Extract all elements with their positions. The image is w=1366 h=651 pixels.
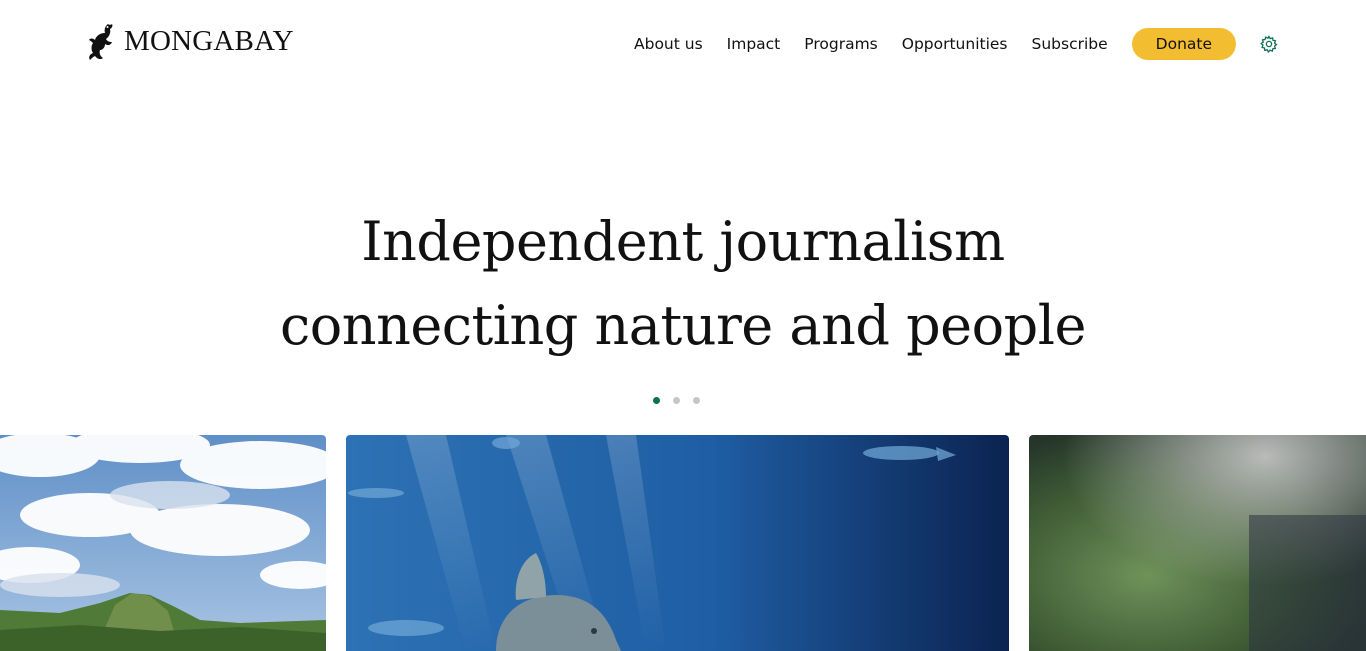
hero-line-2: connecting nature and people [280, 294, 1086, 357]
sunfish-image [346, 435, 1009, 651]
nav-programs[interactable]: Programs [804, 35, 877, 53]
nav-impact[interactable]: Impact [727, 35, 781, 53]
nav-subscribe[interactable]: Subscribe [1032, 35, 1108, 53]
nav-opportunities[interactable]: Opportunities [902, 35, 1008, 53]
carousel-dot-3[interactable] [693, 397, 700, 404]
carousel-dot-2[interactable] [673, 397, 680, 404]
carousel-dots [653, 397, 713, 404]
hero-heading: Independent journalism connecting nature… [0, 200, 1366, 368]
brand-name: MONGABAY [124, 25, 294, 57]
forest-hill-image [0, 435, 326, 651]
main-nav: About us Impact Programs Opportunities S… [634, 28, 1237, 60]
carousel-dot-1[interactable] [653, 397, 660, 404]
hero-line-1: Independent journalism [361, 210, 1005, 273]
gear-icon [1260, 35, 1278, 53]
gecko-icon [89, 24, 113, 60]
settings-button[interactable] [1259, 34, 1279, 54]
foliage-image [1029, 435, 1366, 651]
image-card-sunfish[interactable] [346, 435, 1009, 651]
donate-button[interactable]: Donate [1131, 28, 1237, 60]
nav-about-us[interactable]: About us [634, 35, 703, 53]
logo-link[interactable]: MONGABAY [78, 20, 294, 62]
site-header: MONGABAY About us Impact Programs Opport… [0, 0, 1366, 90]
image-card-forest-hill[interactable] [0, 435, 326, 651]
image-card-foliage[interactable] [1029, 435, 1366, 651]
